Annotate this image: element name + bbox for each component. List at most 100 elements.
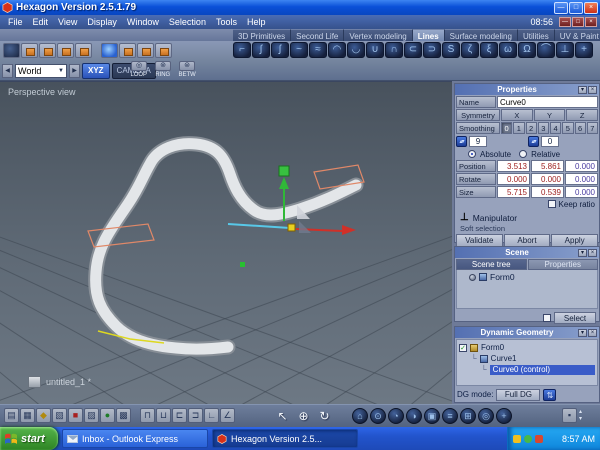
smoothing-level-button[interactable]: 0	[501, 122, 513, 134]
tab-surface-modeling[interactable]: Surface modeling	[444, 29, 518, 41]
collapse-icon[interactable]: ▾	[578, 85, 587, 94]
curve-tool-icon[interactable]	[480, 42, 498, 58]
ring-button[interactable]: ⊚ RING	[152, 61, 174, 78]
polyline-tool-icon[interactable]	[233, 42, 251, 58]
stepper-icon[interactable]	[456, 135, 467, 147]
view-control-icon[interactable]: ⌂	[352, 408, 368, 424]
cube-view-icon[interactable]	[119, 43, 136, 58]
snap-icon[interactable]: ⊏	[172, 408, 187, 423]
cube-view-icon[interactable]	[137, 43, 154, 58]
cube-view-icon[interactable]	[75, 43, 92, 58]
size-y-field[interactable]: 0.539	[531, 186, 564, 198]
snap-icon[interactable]: ⊐	[188, 408, 203, 423]
view-control-icon[interactable]: ◔	[388, 408, 404, 424]
tab-second-life[interactable]: Second Life	[291, 29, 345, 41]
dg-node-curve0-control[interactable]: └ Curve0 (control)	[459, 364, 595, 375]
child-restore-button[interactable]: □	[572, 17, 584, 27]
full-dg-button[interactable]: Full DG	[496, 388, 541, 401]
curve-tool-icon[interactable]	[309, 42, 327, 58]
rotate-z-field[interactable]: 0.000	[565, 173, 598, 185]
close-icon[interactable]: ×	[588, 328, 597, 337]
view-control-icon[interactable]: ⊞	[460, 408, 476, 424]
view-control-icon[interactable]: ◑	[406, 408, 422, 424]
smoothing-level-button[interactable]: 7	[586, 122, 598, 134]
curve-tool-icon[interactable]	[518, 42, 536, 58]
menu-display[interactable]: Display	[82, 17, 122, 27]
curve-tool-icon[interactable]	[404, 42, 422, 58]
loop-button[interactable]: ◎ LOOP	[128, 61, 150, 78]
tab-lines[interactable]: Lines	[412, 29, 445, 41]
menu-window[interactable]: Window	[122, 17, 164, 27]
axis-z-button[interactable]: Z	[566, 109, 598, 121]
toolbar-spinner[interactable]: ▴ ▾	[579, 408, 582, 423]
view-control-icon[interactable]: ▣	[424, 408, 440, 424]
tray-app-icon[interactable]	[535, 434, 543, 443]
relative-radio[interactable]	[519, 150, 528, 158]
tool-icon[interactable]: ◆	[36, 408, 51, 423]
snap-icon[interactable]: ∟	[204, 408, 219, 423]
snap-icon[interactable]: ⊓	[140, 408, 155, 423]
curve-tool-icon[interactable]	[423, 42, 441, 58]
nav-right-button[interactable]: ▶	[69, 64, 80, 78]
view-control-icon[interactable]: ⊙	[370, 408, 386, 424]
tray-status-icon[interactable]	[524, 434, 532, 443]
smoothing-level-button[interactable]: 2	[525, 122, 537, 134]
size-x-field[interactable]: 5.715	[497, 186, 530, 198]
absolute-radio[interactable]	[468, 150, 476, 158]
control-point[interactable]	[240, 262, 245, 267]
symmetry-button[interactable]: Symmetry	[456, 109, 500, 121]
tab-3d-primitives[interactable]: 3D Primitives	[233, 29, 292, 41]
smoothing-level-button[interactable]: 5	[562, 122, 574, 134]
collapse-icon[interactable]: ▾	[578, 328, 587, 337]
close-icon[interactable]: ×	[588, 248, 597, 257]
collapse-icon[interactable]: ▾	[578, 248, 587, 257]
nav-left-button[interactable]: ◀	[2, 64, 13, 78]
tool-icon[interactable]: ▧	[52, 408, 67, 423]
child-minimize-button[interactable]: —	[559, 17, 571, 27]
smoothing-level-button[interactable]: 4	[550, 122, 562, 134]
tool-icon[interactable]: ▨	[84, 408, 99, 423]
rotate-y-field[interactable]: 0.000	[531, 173, 564, 185]
task-hexagon[interactable]: Hexagon Version 2.5...	[212, 429, 358, 448]
stepper-value[interactable]: 0	[541, 135, 559, 147]
scene-view-icon[interactable]	[3, 43, 20, 58]
between-button[interactable]: ⊜ BETW	[176, 61, 198, 78]
close-icon[interactable]: ×	[588, 85, 597, 94]
view-control-icon[interactable]: ≡	[442, 408, 458, 424]
keep-ratio-checkbox[interactable]	[547, 200, 556, 208]
snap-icon[interactable]: ∠	[220, 408, 235, 423]
menu-help[interactable]: Help	[242, 17, 271, 27]
snap-icon[interactable]: ⊔	[156, 408, 171, 423]
select-checkbox[interactable]	[543, 314, 551, 322]
tool-icon[interactable]: ▪	[562, 408, 577, 423]
dynamic-geometry-header[interactable]: Dynamic Geometry ▾ ×	[455, 327, 599, 338]
axis-tool-icon[interactable]	[556, 42, 574, 58]
position-x-field[interactable]: 3.513	[497, 160, 530, 172]
tool-icon[interactable]: ■	[68, 408, 83, 423]
smoothing-level-button[interactable]: 1	[513, 122, 525, 134]
tab-scene-tree[interactable]: Scene tree	[456, 259, 527, 270]
menu-view[interactable]: View	[53, 17, 82, 27]
smoothing-level-button[interactable]: 3	[537, 122, 549, 134]
curve-tool-icon[interactable]	[461, 42, 479, 58]
dg-check-icon[interactable]: ✓	[459, 343, 467, 352]
spline-tool-icon[interactable]	[442, 42, 460, 58]
tool-icon[interactable]: ▩	[116, 408, 131, 423]
properties-header[interactable]: Properties ▾ ×	[455, 84, 599, 95]
scene-header[interactable]: Scene ▾ ×	[455, 247, 599, 258]
dg-refresh-icon[interactable]: ⇅	[543, 388, 557, 401]
viewport[interactable]: Perspective view untitled_1 *	[0, 81, 452, 404]
view-control-icon[interactable]: ◎	[478, 408, 494, 424]
menu-tools[interactable]: Tools	[211, 17, 242, 27]
smoothing-level-button[interactable]: 6	[574, 122, 586, 134]
camera-orbit-icon[interactable]	[101, 43, 118, 58]
name-input[interactable]: Curve0	[497, 96, 598, 108]
menu-file[interactable]: File	[3, 17, 28, 27]
rotate-x-field[interactable]: 0.000	[497, 173, 530, 185]
child-close-button[interactable]: ×	[585, 17, 597, 27]
select-button[interactable]: Select	[554, 312, 596, 324]
tool-icon[interactable]: ▦	[20, 408, 35, 423]
position-y-field[interactable]: 5.861	[531, 160, 564, 172]
orbit-cursor-icon[interactable]: ↻	[316, 408, 333, 425]
circle-tool-icon[interactable]	[385, 42, 403, 58]
